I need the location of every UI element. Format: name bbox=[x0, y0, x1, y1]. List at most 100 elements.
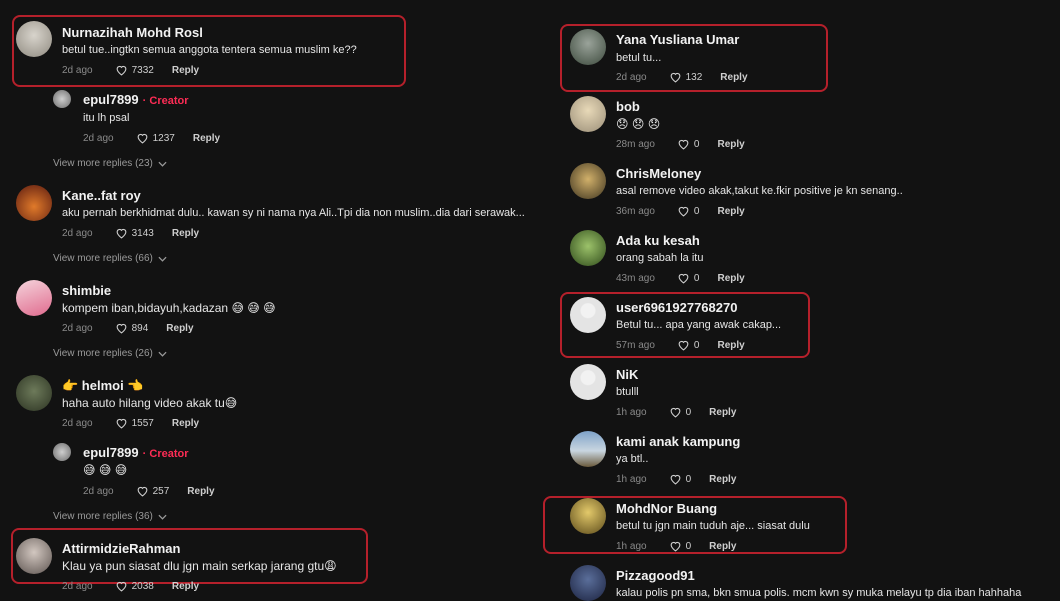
like-count: 894 bbox=[131, 322, 149, 334]
avatar[interactable] bbox=[570, 431, 606, 467]
comment-username[interactable]: Kane..fat roy bbox=[62, 188, 141, 203]
like-button[interactable]: 0 bbox=[677, 272, 700, 284]
avatar[interactable] bbox=[570, 297, 606, 333]
comment-username[interactable]: 👉 helmoi 👈 bbox=[62, 378, 144, 394]
like-button[interactable]: 132 bbox=[669, 71, 702, 83]
comment-text: aku pernah berkhidmat dulu.. kawan sy ni… bbox=[62, 207, 525, 219]
like-button[interactable]: 894 bbox=[115, 322, 149, 334]
reply-button[interactable]: Reply bbox=[166, 323, 193, 334]
reply-button[interactable]: Reply bbox=[717, 206, 744, 217]
like-button[interactable]: 7332 bbox=[115, 64, 154, 76]
avatar[interactable] bbox=[16, 280, 52, 316]
comment-username[interactable]: shimbie bbox=[62, 283, 111, 298]
comment-username[interactable]: Yana Yusliana Umar bbox=[616, 32, 739, 47]
like-count: 7332 bbox=[131, 64, 154, 76]
view-more-replies[interactable]: View more replies (36) bbox=[53, 511, 167, 522]
reply-button[interactable]: Reply bbox=[172, 65, 199, 76]
comment-time: 2d ago bbox=[62, 580, 93, 592]
like-count: 257 bbox=[152, 485, 170, 497]
view-more-replies[interactable]: View more replies (26) bbox=[53, 348, 167, 359]
comment: Kane..fat roy aku pernah berkhidmat dulu… bbox=[16, 185, 556, 245]
comment-time: 43m ago bbox=[616, 272, 655, 284]
comment-text: 😞 😞 😞 bbox=[616, 117, 661, 131]
reply-button[interactable]: Reply bbox=[172, 228, 199, 239]
reply-button[interactable]: Reply bbox=[717, 273, 744, 284]
avatar[interactable] bbox=[53, 443, 71, 461]
comment-username[interactable]: NiK bbox=[616, 367, 638, 382]
reply-button[interactable]: Reply bbox=[187, 486, 214, 497]
avatar[interactable] bbox=[570, 498, 606, 534]
avatar[interactable] bbox=[53, 90, 71, 108]
like-count: 1557 bbox=[131, 417, 154, 429]
comment-text: itu lh psal bbox=[83, 112, 130, 124]
avatar[interactable] bbox=[16, 21, 52, 57]
comment-username[interactable]: MohdNor Buang bbox=[616, 501, 717, 516]
like-button[interactable]: 0 bbox=[677, 339, 700, 351]
avatar[interactable] bbox=[570, 29, 606, 65]
comment-meta: 2d ago 3143 Reply bbox=[62, 227, 199, 239]
like-button[interactable]: 0 bbox=[669, 406, 691, 418]
reply-button[interactable]: Reply bbox=[717, 139, 744, 150]
heart-icon bbox=[678, 206, 689, 217]
like-count: 0 bbox=[693, 339, 700, 351]
like-button[interactable]: 0 bbox=[669, 540, 692, 552]
comment-meta: 1h ago 0 Reply bbox=[616, 406, 736, 418]
like-button[interactable]: 0 bbox=[677, 138, 699, 150]
like-button[interactable]: 257 bbox=[136, 485, 170, 497]
like-button[interactable]: 3143 bbox=[115, 227, 154, 239]
reply-button[interactable]: Reply bbox=[717, 340, 744, 351]
avatar[interactable] bbox=[16, 538, 52, 574]
reply-button[interactable]: Reply bbox=[172, 418, 199, 429]
avatar[interactable] bbox=[570, 364, 606, 400]
reply-button[interactable]: Reply bbox=[709, 541, 736, 552]
reply-button[interactable]: Reply bbox=[709, 407, 736, 418]
comment-username[interactable]: kami anak kampung bbox=[616, 434, 740, 449]
comment-username[interactable]: Nurnazihah Mohd Rosl bbox=[62, 25, 203, 40]
avatar[interactable] bbox=[16, 185, 52, 221]
like-count: 0 bbox=[685, 540, 692, 552]
like-button[interactable]: 1557 bbox=[115, 417, 154, 429]
avatar[interactable] bbox=[570, 230, 606, 266]
reply-button[interactable]: Reply bbox=[720, 72, 747, 83]
reply-button[interactable]: Reply bbox=[193, 133, 220, 144]
comment-meta: 1h ago 0 Reply bbox=[616, 473, 736, 485]
comment-text: kompem iban,bidayuh,kadazan 😅 😅 😅 bbox=[62, 301, 276, 315]
comment-username[interactable]: user6961927768270 bbox=[616, 300, 737, 315]
avatar[interactable] bbox=[570, 163, 606, 199]
heart-icon bbox=[116, 228, 126, 239]
comment-text: ya btl.. bbox=[616, 453, 649, 465]
comment: bob 😞 😞 😞 28m ago 0 Reply bbox=[570, 96, 1050, 156]
comment-username[interactable]: epul7899 · Creator bbox=[83, 445, 189, 460]
view-more-replies[interactable]: View more replies (23) bbox=[53, 158, 167, 169]
comment-text: Betul tu... apa yang awak cakap... bbox=[616, 319, 782, 331]
comment-username[interactable]: Ada ku kesah bbox=[616, 233, 700, 248]
avatar[interactable] bbox=[16, 375, 52, 411]
view-more-replies[interactable]: View more replies (66) bbox=[53, 253, 167, 264]
comment-username[interactable]: AttirmidzieRahman bbox=[62, 541, 180, 556]
comment: Yana Yusliana Umar betul tu... 2d ago 13… bbox=[570, 29, 1050, 89]
heart-icon bbox=[116, 418, 126, 429]
reply-button[interactable]: Reply bbox=[709, 474, 736, 485]
comment-text: betul tu... bbox=[616, 52, 662, 64]
comment-username[interactable]: bob bbox=[616, 99, 640, 114]
like-count: 0 bbox=[693, 272, 700, 284]
comment-text: Klau ya pun siasat dlu jgn main serkap j… bbox=[62, 559, 337, 573]
comment-meta: 2d ago 894 Reply bbox=[62, 322, 194, 334]
like-button[interactable]: 1237 bbox=[136, 132, 175, 144]
comment-meta: 2d ago 132 Reply bbox=[616, 71, 748, 83]
comment-text: asal remove video akak,takut ke.fkir pos… bbox=[616, 185, 903, 197]
like-button[interactable]: 0 bbox=[669, 473, 691, 485]
comment-username[interactable]: Pizzagood91 bbox=[616, 568, 695, 583]
reply-comment: epul7899 · Creator 😅 😅 😅 2d ago 257 Reply bbox=[53, 443, 533, 501]
avatar[interactable] bbox=[570, 565, 606, 601]
like-button[interactable]: 0 bbox=[677, 205, 699, 217]
comment-username[interactable]: ChrisMeloney bbox=[616, 166, 701, 181]
heart-icon bbox=[116, 323, 126, 334]
avatar[interactable] bbox=[570, 96, 606, 132]
heart-icon bbox=[670, 72, 680, 83]
like-count: 2038 bbox=[131, 580, 154, 592]
comment-username[interactable]: epul7899 · Creator bbox=[83, 92, 189, 107]
heart-icon bbox=[670, 541, 680, 552]
like-button[interactable]: 2038 bbox=[115, 580, 154, 592]
reply-button[interactable]: Reply bbox=[172, 581, 199, 592]
